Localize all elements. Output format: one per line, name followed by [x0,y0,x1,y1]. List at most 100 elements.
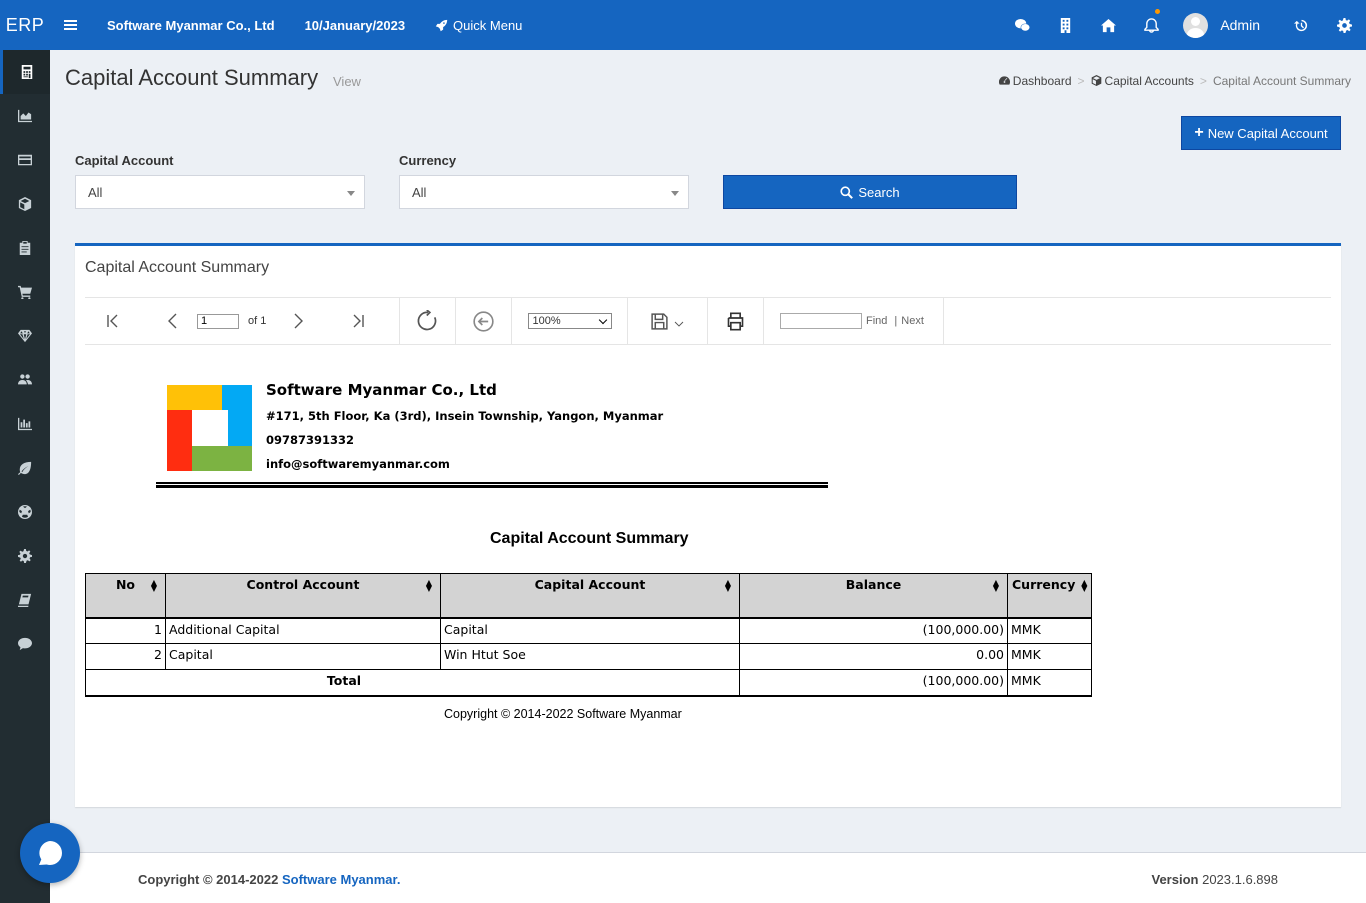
total-label: Total [85,669,740,697]
chevron-down-icon [671,191,679,196]
history-button[interactable] [1280,0,1323,50]
home-icon [1101,18,1117,32]
breadcrumb-capital-accounts[interactable]: Capital Accounts [1091,74,1194,88]
sidebar-item-products[interactable] [0,314,50,358]
footer-copyright: Copyright © 2014-2022 Software Myanmar. [138,872,401,887]
sidebar-item-inventory[interactable] [0,182,50,226]
sidebar-item-sales[interactable] [0,270,50,314]
settings-button[interactable] [1323,0,1366,50]
currency-label: Currency [399,153,457,168]
export-button[interactable] [643,301,693,341]
dashboard-icon [998,76,1010,85]
column-header-currency[interactable]: Currency ▲ ▼ [1006,573,1093,619]
capital-account-select[interactable]: All [75,175,365,209]
wechat-button[interactable] [1001,0,1044,50]
cell-control-account: Additional Capital [165,617,441,644]
first-page-button[interactable] [93,301,133,341]
page-footer: Copyright © 2014-2022 Software Myanmar. … [50,852,1366,903]
sort-icon: ▲ ▼ [724,578,731,593]
home-button[interactable] [1087,0,1130,50]
total-currency: MMK [1006,669,1093,697]
box-title: Capital Account Summary [85,259,270,276]
find-button[interactable]: Find [866,315,887,327]
quick-menu-button[interactable]: Quick Menu [435,18,522,33]
column-header-capital-account[interactable]: Capital Account ▲ ▼ [440,573,740,619]
sidebar-item-production[interactable] [0,402,50,446]
page-subtitle: View [333,74,361,89]
previous-page-button[interactable] [153,301,193,341]
diamond-icon [18,329,32,343]
chevron-down-icon [674,321,684,327]
building-icon [1061,17,1071,33]
column-header-control-account[interactable]: Control Account ▲ ▼ [165,573,441,619]
breadcrumb-separator: > [1077,74,1085,88]
back-button[interactable] [464,301,504,341]
area-chart-icon [18,109,32,123]
live-chat-button[interactable] [20,823,80,883]
avatar [1183,12,1209,38]
sidebar-item-payments[interactable] [0,138,50,182]
notification-dot [1155,9,1161,14]
building-button[interactable] [1044,0,1087,50]
report-box: Capital Account Summary of 1 [75,243,1341,807]
page-count: of 1 [248,315,267,327]
refresh-button[interactable] [408,301,448,341]
breadcrumb-current: Capital Account Summary [1212,74,1351,88]
print-button[interactable] [716,301,756,341]
table-row: 2 Capital Win Htut Soe 0.00 MMK [85,643,1093,670]
footer-company-link[interactable]: Software Myanmar. [282,872,401,887]
sidebar-toggle-button[interactable] [50,0,90,50]
cell-control-account: Capital [165,643,441,670]
next-page-button[interactable] [278,301,318,341]
breadcrumb-dashboard[interactable]: Dashboard [998,74,1072,88]
find-input[interactable] [780,313,862,329]
notifications-button[interactable] [1130,0,1173,50]
book-icon [18,593,32,607]
sidebar-item-settings[interactable] [0,534,50,578]
sidebar-item-documents[interactable] [0,578,50,622]
zoom-select[interactable]: 100% [527,313,612,329]
cart-icon [18,285,32,299]
chevron-down-icon [347,191,355,196]
report-email: info@softwaremyanmar.com [266,457,450,471]
sidebar-item-sports[interactable] [0,490,50,534]
footer-version: Version 2023.1.6.898 [1151,872,1279,887]
new-capital-account-button[interactable]: + New Capital Account [1181,116,1341,150]
cell-balance: (100,000.00) [739,617,1008,644]
last-page-button[interactable] [338,301,378,341]
report-company-name: Software Myanmar Co., Ltd [266,381,497,399]
user-menu[interactable]: Admin [1173,0,1280,50]
breadcrumb-separator: > [1199,74,1207,88]
clipboard-icon [19,241,31,255]
column-header-balance[interactable]: Balance ▲ ▼ [739,573,1008,619]
sidebar-item-customers[interactable] [0,358,50,402]
cell-no: 1 [85,617,166,644]
sidebar-item-tasks[interactable] [0,226,50,270]
chat-icon [39,841,62,865]
column-header-no[interactable]: No ▲ ▼ [85,573,166,619]
last-page-icon [353,314,365,328]
sidebar-item-reports[interactable] [0,94,50,138]
report-table: No ▲ ▼ Control Account ▲ ▼ Capital Account ▲ ▼… [85,573,1093,697]
sidebar-item-messages[interactable] [0,622,50,666]
sidebar-item-farming[interactable] [0,446,50,490]
credit-card-icon [18,154,32,166]
quick-menu-label: Quick Menu [453,17,523,33]
calculator-icon [21,65,32,79]
cell-capital-account: Capital [440,617,740,644]
leaf-icon [18,461,32,475]
soccer-ball-icon [18,505,32,519]
hamburger-icon [63,24,77,26]
page-title: Capital Account Summary [65,65,319,90]
bar-chart-icon [18,417,32,431]
search-button[interactable]: Search [723,175,1017,209]
report-viewer-toolbar: of 1 100% [85,297,1331,345]
refresh-icon [417,310,436,331]
app-logo[interactable]: ERP [0,0,50,50]
sidebar-item-accounting[interactable] [0,50,50,94]
currency-select[interactable]: All [399,175,689,209]
company-name: Software Myanmar Co., Ltd [107,17,275,33]
find-next-button[interactable]: Next [901,315,924,327]
capital-account-label: Capital Account [75,153,174,168]
page-number-input[interactable] [197,313,239,329]
